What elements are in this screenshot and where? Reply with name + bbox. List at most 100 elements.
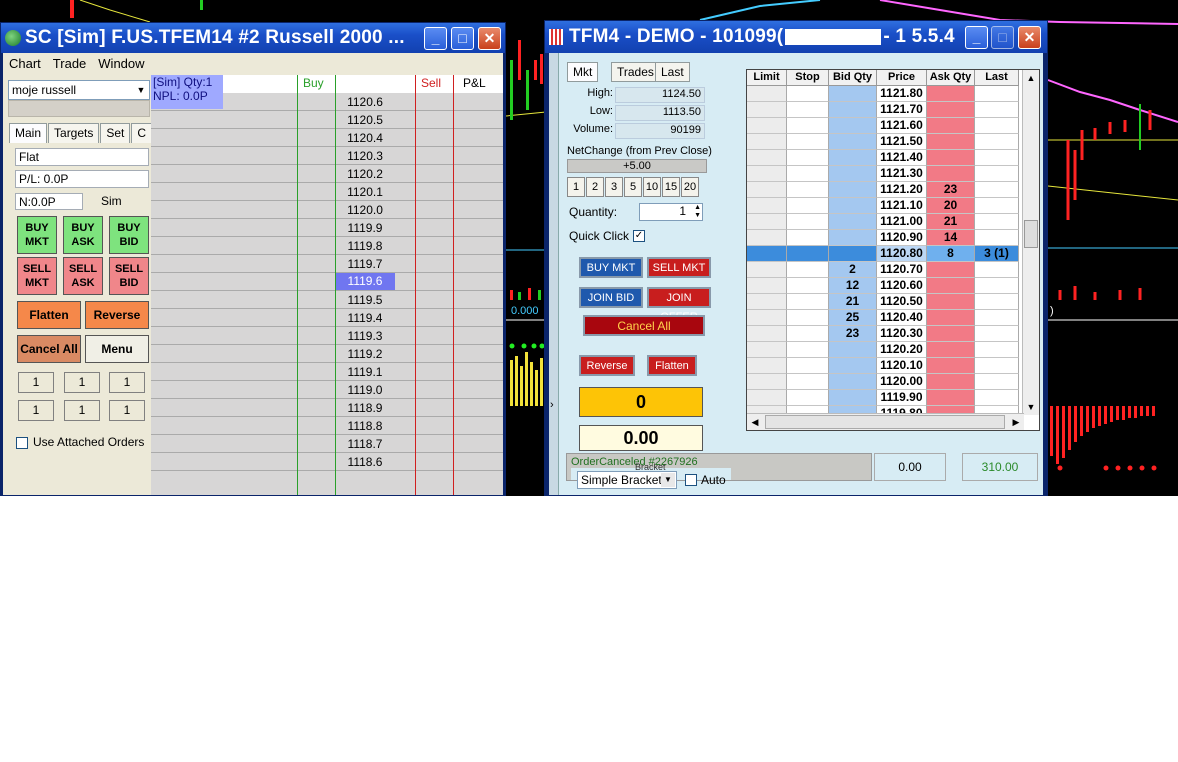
grid-cell-ask[interactable]: 23 [927,182,975,198]
grid-cell-bid[interactable] [829,358,877,374]
scroll-down-icon[interactable]: ▼ [1023,399,1039,415]
grid-cell-ask[interactable] [927,294,975,310]
grid-cell-stop[interactable] [787,294,829,310]
cancel-all-button[interactable]: Cancel All [17,335,81,363]
close-button[interactable]: ✕ [478,27,501,50]
grid-cell-ask[interactable] [927,326,975,342]
ladder-price[interactable]: 1118.8 [335,419,395,433]
grid-cell-bid[interactable] [829,246,877,262]
tab-mkt[interactable]: Mkt [567,62,599,82]
grid-cell-last[interactable] [975,118,1019,134]
minimize-button[interactable]: _ [424,27,447,50]
ladder-row[interactable]: 1119.6 [151,273,503,291]
grid-header-price[interactable]: Price [877,70,927,86]
grid-cell-last[interactable] [975,262,1019,278]
grid-cell-last[interactable] [975,150,1019,166]
grid-cell-stop[interactable] [787,102,829,118]
grid-cell-bid[interactable] [829,166,877,182]
grid-cell-limit[interactable] [747,246,787,262]
ladder-price[interactable]: 1120.1 [335,185,395,199]
grid-cell-limit[interactable] [747,134,787,150]
grid-cell-stop[interactable] [787,262,829,278]
grid-cell-stop[interactable] [787,134,829,150]
grid-cell-limit[interactable] [747,150,787,166]
account-combo[interactable]: moje russell ▼ [8,80,150,100]
grid-cell-stop[interactable] [787,86,829,102]
grid-header-stop[interactable]: Stop [787,70,829,86]
tab-last[interactable]: Last [655,62,690,82]
grid-cell-bid[interactable] [829,86,877,102]
tab-main[interactable]: Main [9,123,48,143]
grid-cell-bid[interactable] [829,118,877,134]
grid-cell-ask[interactable] [927,166,975,182]
grid-cell-ask[interactable]: 8 [927,246,975,262]
grid-cell-ask[interactable] [927,262,975,278]
chevron-right-icon[interactable]: › [550,399,554,411]
menu-chart[interactable]: Chart [3,56,47,71]
ladder-price[interactable]: 1119.9 [335,221,395,235]
grid-cell-ask[interactable] [927,390,975,406]
grid-header-bid-qty[interactable]: Bid Qty [829,70,877,86]
grid-cell-bid[interactable] [829,374,877,390]
sell-bid-button[interactable]: SELL BID [109,257,149,295]
grid-cell-ask[interactable] [927,342,975,358]
stepper-arrows-icon[interactable]: ▲ ▼ [694,204,701,220]
grid-cell-stop[interactable] [787,358,829,374]
ladder-row[interactable]: 1120.3 [151,147,503,165]
minimize-button[interactable]: _ [965,26,988,49]
grid-cell-last[interactable] [975,102,1019,118]
grid-cell-limit[interactable] [747,278,787,294]
grid-cell-last[interactable] [975,294,1019,310]
ladder-price[interactable]: 1118.7 [335,437,395,451]
grid-cell-stop[interactable] [787,230,829,246]
grid-cell-stop[interactable] [787,278,829,294]
sell-mkt-button[interactable]: SELL MKT [17,257,57,295]
grid-cell-ask[interactable] [927,86,975,102]
grid-cell-last[interactable] [975,214,1019,230]
grid-cell-limit[interactable] [747,166,787,182]
reverse-button[interactable]: Reverse [85,301,149,329]
qty-box-1[interactable]: 1 [18,372,54,393]
grid-cell-last[interactable] [975,134,1019,150]
ladder-row[interactable]: 1120.5 [151,111,503,129]
grid-cell-ask[interactable]: 14 [927,230,975,246]
ladder-row[interactable]: 1119.4 [151,309,503,327]
ladder-price[interactable]: 1120.0 [335,203,395,217]
buy-ask-button[interactable]: BUY ASK [63,216,103,254]
grid-cell-stop[interactable] [787,198,829,214]
grid-cell-limit[interactable] [747,118,787,134]
auto-checkbox[interactable] [685,474,697,486]
qty-box-2[interactable]: 1 [64,372,100,393]
grid-cell-limit[interactable] [747,198,787,214]
grid-cell-limit[interactable] [747,390,787,406]
grid-cell-bid[interactable] [829,342,877,358]
grid-cell-ask[interactable] [927,358,975,374]
ladder-row[interactable]: 1120.2 [151,165,503,183]
ladder-row[interactable]: 1118.7 [151,435,503,453]
grid-cell-bid[interactable] [829,198,877,214]
grid-cell-bid[interactable] [829,214,877,230]
grid-cell-stop[interactable] [787,182,829,198]
close-button[interactable]: ✕ [1018,26,1041,49]
grid-cell-stop[interactable] [787,342,829,358]
grid-cell-bid[interactable]: 21 [829,294,877,310]
grid-cell-bid[interactable] [829,134,877,150]
grid-header-ask-qty[interactable]: Ask Qty [927,70,975,86]
grid-cell-limit[interactable] [747,102,787,118]
grid-cell-stop[interactable] [787,326,829,342]
ladder-price[interactable]: 1120.3 [335,149,395,163]
qty-preset-2[interactable]: 2 [586,177,604,197]
grid-header-last[interactable]: Last [975,70,1019,86]
grid-cell-limit[interactable] [747,326,787,342]
quantity-stepper[interactable]: 1 ▲ ▼ [639,203,703,221]
qty-box-6[interactable]: 1 [109,400,145,421]
ladder-price[interactable]: 1118.9 [335,401,395,415]
ladder-price[interactable]: 1120.5 [335,113,395,127]
chevron-down-icon[interactable]: ▼ [134,82,148,98]
bracket-combo[interactable]: Simple Bracket ▼ [577,471,677,489]
ladder-row[interactable]: 1119.7 [151,255,503,273]
ladder-row[interactable]: 1118.6 [151,453,503,471]
attached-orders-checkbox[interactable] [16,437,28,449]
grid-cell-last[interactable] [975,326,1019,342]
grid-cell-ask[interactable] [927,374,975,390]
